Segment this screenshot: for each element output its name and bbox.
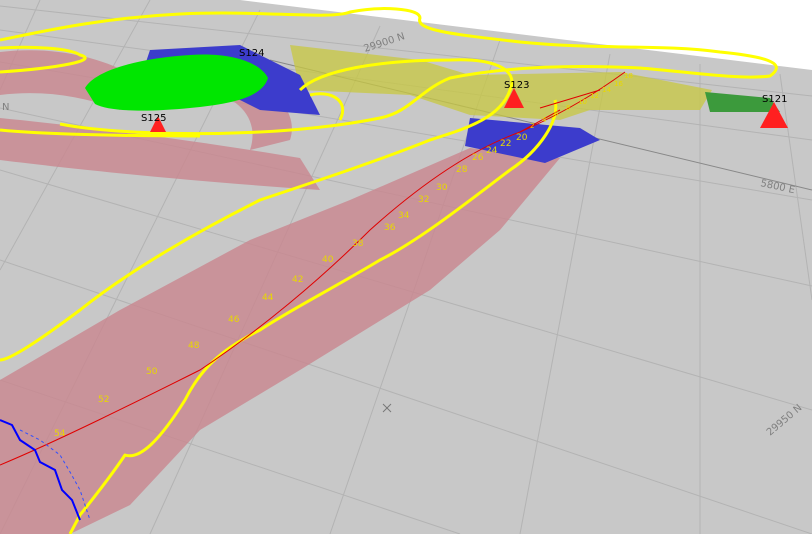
depth-label: 42 — [292, 275, 303, 285]
station-label: S125 — [141, 113, 166, 124]
depth-label: 46 — [228, 315, 240, 325]
3d-viewport[interactable]: S124 S125 S123 S121 29900 N 5800 E 29950… — [0, 0, 812, 534]
depth-label: 2 — [530, 122, 534, 130]
station-label: S123 — [504, 80, 529, 91]
grid-label-north-left: N — [2, 102, 9, 113]
depth-label: 26 — [472, 153, 484, 163]
station-s124[interactable]: S124 — [239, 48, 264, 59]
depth-label: 54 — [54, 429, 66, 439]
depth-label: 28 — [456, 165, 468, 175]
depth-label: 16 — [614, 80, 623, 88]
depth-label: 18 — [624, 72, 633, 80]
depth-label: 32 — [418, 195, 429, 205]
station-label: S121 — [762, 94, 787, 105]
depth-label: 30 — [436, 183, 448, 193]
depth-label: 40 — [322, 255, 334, 265]
scene-canvas[interactable]: S124 S125 S123 S121 29900 N 5800 E 29950… — [0, 0, 812, 534]
depth-label: 36 — [384, 223, 396, 233]
depth-label: 34 — [398, 211, 410, 221]
depth-label: 44 — [262, 293, 274, 303]
depth-label: 14 — [602, 86, 611, 94]
depth-label: 12 — [590, 92, 599, 100]
depth-label: 52 — [98, 395, 109, 405]
depth-label: 22 — [500, 139, 511, 149]
depth-label: 6 — [554, 110, 559, 118]
depth-label: 48 — [188, 341, 200, 351]
depth-label: 20 — [516, 133, 528, 143]
depth-label: 10 — [578, 98, 587, 106]
depth-label: 38 — [352, 239, 364, 249]
depth-label: 8 — [566, 104, 570, 112]
depth-label: 50 — [146, 367, 158, 377]
depth-label: 4 — [542, 116, 547, 124]
station-label: S124 — [239, 48, 264, 59]
depth-label: 24 — [486, 146, 498, 156]
